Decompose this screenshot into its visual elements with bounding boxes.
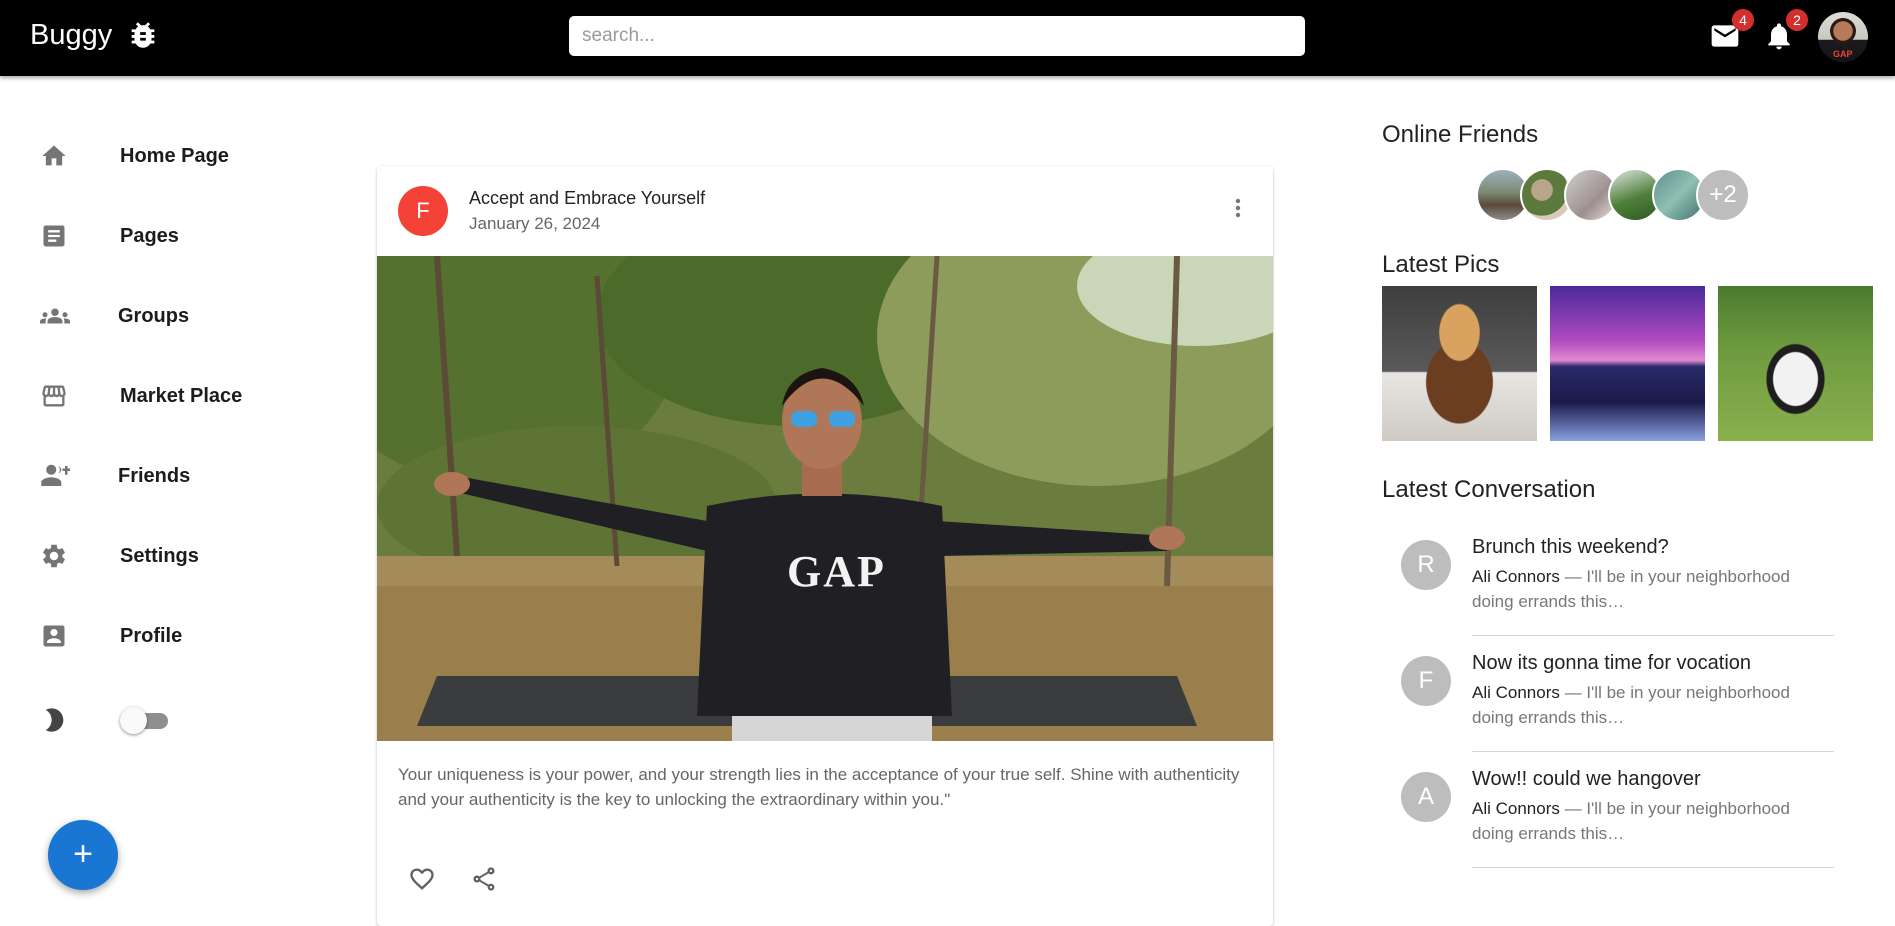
post-card: F Accept and Embrace Yourself January 26… (377, 166, 1273, 926)
conversation-title: Wow!! could we hangover (1472, 768, 1701, 790)
sidebar-item-friends[interactable]: Friends (30, 451, 290, 501)
heart-icon[interactable] (408, 865, 436, 893)
post-avatar[interactable]: F (398, 186, 448, 236)
conversation-avatar: F (1401, 656, 1451, 706)
sidebar-item-label: Home Page (120, 144, 229, 167)
sidebar-item-groups[interactable]: Groups (30, 291, 290, 341)
online-friends-group: +2 (1476, 168, 1750, 222)
app-name: Buggy (30, 18, 113, 51)
storefront-icon (42, 385, 66, 407)
latest-pic[interactable] (1382, 286, 1537, 441)
search-input[interactable] (569, 16, 1305, 56)
more-friends-count[interactable]: +2 (1696, 168, 1750, 222)
dark-mode-toggle[interactable] (120, 707, 147, 734)
share-icon[interactable] (470, 865, 498, 893)
mail-button[interactable]: 4 (1709, 9, 1754, 52)
gear-icon (43, 544, 65, 568)
sidebar-item-label: Groups (118, 304, 190, 327)
sidebar-item-settings[interactable]: Settings (30, 531, 290, 581)
shirt-text: GAP (787, 547, 886, 596)
dark-mode-icon (45, 708, 64, 732)
online-friends-title: Online Friends (1382, 121, 1539, 148)
divider (1472, 635, 1834, 636)
post-caption: Your uniqueness is your power, and your … (398, 765, 1240, 809)
notifications-button[interactable]: 2 (1763, 9, 1808, 52)
user-avatar[interactable]: GAP (1818, 12, 1868, 62)
article-icon (43, 225, 65, 247)
sidebar-item-label: Settings (120, 544, 199, 567)
plus-icon: + (73, 835, 93, 873)
top-app-bar: Buggy 4 2 GAP (0, 0, 1895, 76)
divider (1472, 751, 1834, 752)
notifications-badge: 2 (1786, 9, 1808, 31)
app-logo[interactable]: Buggy (30, 18, 160, 52)
mail-badge: 4 (1732, 9, 1754, 31)
conversation-item[interactable]: R Brunch this weekend? Ali Connors — I'l… (1382, 527, 1834, 643)
sidebar-item-home[interactable]: Home Page (30, 131, 290, 181)
home-icon (42, 145, 66, 166)
sidebar-item-label: Profile (120, 624, 183, 647)
sidebar-item-label: Market Place (120, 384, 243, 407)
person-add-icon (41, 464, 70, 486)
sidebar-item-profile[interactable]: Profile (30, 611, 290, 661)
bug-icon (131, 22, 155, 48)
conversation-sender: Ali Connors (1472, 683, 1560, 702)
post-title: Accept and Embrace Yourself (469, 188, 706, 208)
conversation-title: Brunch this weekend? (1472, 536, 1669, 558)
sidebar-item-label: Friends (118, 464, 191, 487)
latest-pics-title: Latest Pics (1382, 251, 1500, 278)
conversation-avatar: R (1401, 540, 1451, 590)
sidebar-item-marketplace[interactable]: Market Place (30, 371, 290, 421)
avatar-shirt-text: GAP (1833, 49, 1853, 59)
sidebar-item-label: Pages (120, 224, 179, 247)
groups-icon (40, 308, 70, 324)
latest-pic[interactable] (1718, 286, 1873, 441)
conversation-sender: Ali Connors (1472, 799, 1560, 818)
conversation-item[interactable]: A Wow!! could we hangover Ali Connors — … (1382, 759, 1834, 875)
conversation-preview: Ali Connors — I'll be in your neighborho… (1472, 564, 1832, 614)
post-photo-illustration (377, 256, 1273, 741)
post-date: January 26, 2024 (469, 214, 601, 233)
conversation-preview: Ali Connors — I'll be in your neighborho… (1472, 680, 1832, 730)
conversation-title: Now its gonna time for vocation (1472, 652, 1752, 674)
conversation-item[interactable]: F Now its gonna time for vocation Ali Co… (1382, 643, 1834, 759)
conversation-sender: Ali Connors (1472, 567, 1560, 586)
add-post-button[interactable]: + (48, 820, 118, 890)
account-box-icon (43, 625, 65, 647)
latest-pic[interactable] (1550, 286, 1705, 441)
conversation-avatar: A (1401, 772, 1451, 822)
latest-conversation-title: Latest Conversation (1382, 476, 1596, 503)
divider (1472, 867, 1834, 868)
post-image: GAP (377, 256, 1273, 741)
conversation-preview: Ali Connors — I'll be in your neighborho… (1472, 796, 1832, 846)
sidebar-item-pages[interactable]: Pages (30, 211, 290, 261)
more-vert-icon[interactable] (1226, 193, 1250, 223)
